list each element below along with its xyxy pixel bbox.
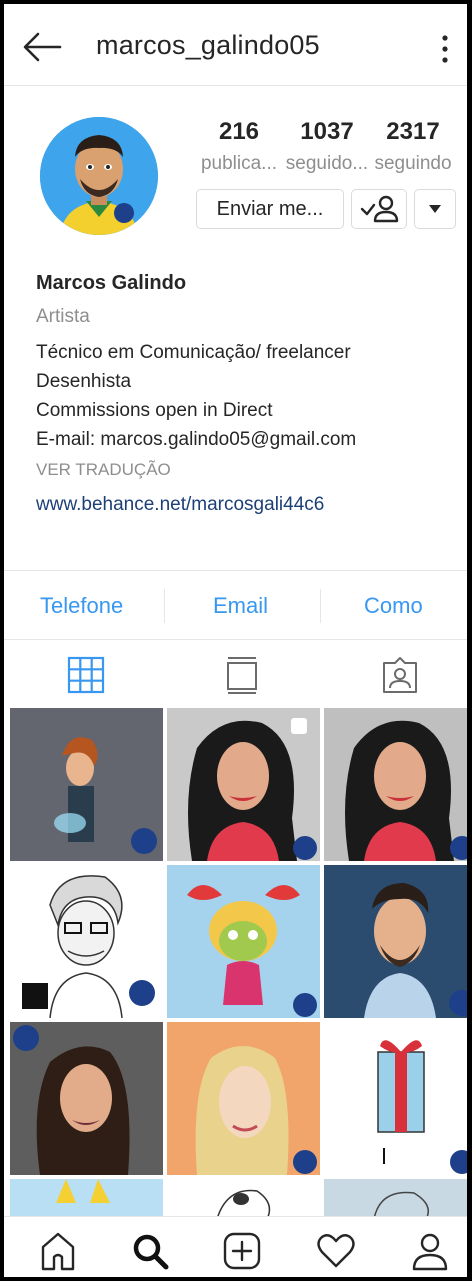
following-label: seguindo <box>374 153 452 174</box>
post-thumbnail[interactable] <box>10 1022 163 1175</box>
followers-stat[interactable]: 1037 seguido... <box>284 118 370 175</box>
divider <box>320 589 321 623</box>
bio-line: E-mail: marcos.galindo05@gmail.com <box>36 429 357 450</box>
followers-label: seguido... <box>285 153 369 174</box>
divider <box>164 589 165 623</box>
post-thumbnail[interactable] <box>167 708 320 861</box>
posts-label: publica... <box>200 153 278 174</box>
posts-stat[interactable]: 216 publica... <box>196 118 282 175</box>
igtv-feed-icon[interactable] <box>222 655 262 695</box>
profile-tabs <box>4 641 467 707</box>
home-icon[interactable] <box>38 1231 78 1271</box>
phone-frame: marcos_galindo05 216 publica... 1037 seg… <box>0 0 472 1281</box>
bottom-navigation <box>4 1216 467 1277</box>
more-vertical-icon[interactable] <box>435 32 455 66</box>
bio-line: Desenhista <box>36 371 132 392</box>
website-link[interactable]: www.behance.net/marcosgali44c6 <box>36 494 456 516</box>
suggestions-button[interactable] <box>414 189 456 229</box>
email-button[interactable]: Email <box>213 593 268 619</box>
profile-category: Artista <box>36 306 90 327</box>
arrow-left-icon[interactable] <box>22 30 62 64</box>
bio-line: Commissions open in Direct <box>36 400 273 421</box>
post-thumbnail[interactable] <box>10 865 163 1018</box>
caret-down-icon <box>429 205 441 213</box>
bio-line: Técnico em Comunicação/ freelancer <box>36 342 351 363</box>
top-bar: marcos_galindo05 <box>4 4 467 86</box>
send-message-button[interactable]: Enviar me... <box>196 189 344 229</box>
search-icon[interactable] <box>130 1231 170 1271</box>
user-check-icon <box>360 195 399 223</box>
post-thumbnail[interactable] <box>167 865 320 1018</box>
display-name: Marcos Galindo <box>36 272 187 294</box>
tagged-icon[interactable] <box>380 655 420 695</box>
post-thumbnail[interactable] <box>324 708 467 861</box>
grid-icon[interactable] <box>66 655 106 695</box>
profile-icon[interactable] <box>410 1231 450 1271</box>
phone-button[interactable]: Telefone <box>40 593 123 619</box>
posts-count: 216 <box>218 118 260 145</box>
followers-count: 1037 <box>300 118 354 145</box>
post-thumbnail[interactable] <box>324 865 467 1018</box>
add-post-icon[interactable] <box>222 1231 262 1271</box>
profile-username: marcos_galindo05 <box>96 30 320 60</box>
contact-options-bar: Telefone Email Como <box>4 570 467 640</box>
avatar-illustration <box>40 117 158 235</box>
post-thumbnail[interactable] <box>324 1022 467 1175</box>
heart-icon[interactable] <box>316 1231 356 1271</box>
post-thumbnail[interactable] <box>167 1022 320 1175</box>
see-translation-link[interactable]: VER TRADUÇÃO <box>36 460 456 490</box>
avatar[interactable] <box>40 117 158 235</box>
profile-bio: Marcos Galindo Artista Técnico em Comuni… <box>36 272 456 516</box>
post-thumbnail[interactable] <box>10 708 163 861</box>
following-stat[interactable]: 2317 seguindo <box>370 118 456 175</box>
following-count: 2317 <box>386 118 440 145</box>
following-button[interactable] <box>351 189 407 229</box>
directions-button[interactable]: Como <box>364 593 423 619</box>
